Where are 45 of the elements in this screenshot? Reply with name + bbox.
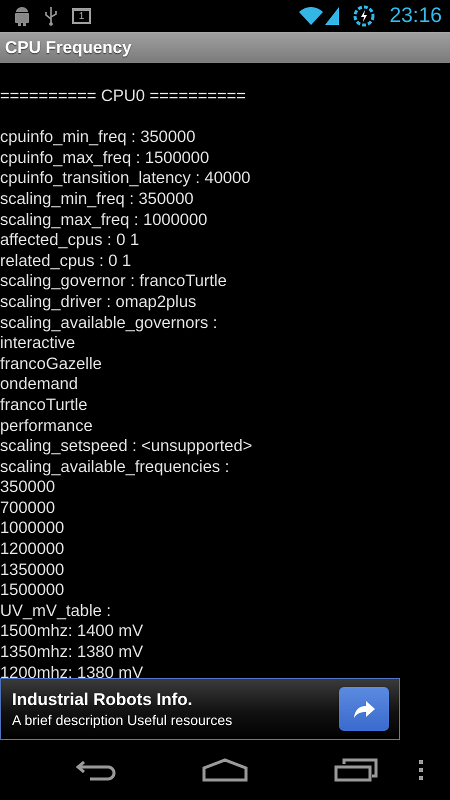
usb-icon (44, 6, 58, 26)
info-line: related_cpus : 0 1 (0, 250, 132, 272)
info-line: scaling_setspeed : <unsupported> (0, 436, 252, 457)
info-line: 1350mhz: 1380 mV (0, 642, 144, 663)
info-line: 1350000 (0, 560, 64, 580)
signal-icon (325, 7, 340, 25)
info-line: performance (0, 416, 93, 436)
info-line: affected_cpus : 0 1 (0, 230, 140, 251)
notification-icon: 1 (72, 8, 91, 24)
info-line: 1200000 (0, 539, 64, 560)
info-line: cpuinfo_transition_latency : 40000 (0, 168, 250, 189)
share-button[interactable] (339, 687, 389, 731)
info-line: francoGazelle (0, 354, 102, 374)
info-line: francoTurtle (0, 394, 88, 416)
info-line: 1500000 (0, 580, 64, 601)
ad-banner[interactable]: Industrial Robots Info. A brief description Useful resources (0, 678, 400, 740)
info-line: 1500mhz: 1400 mV (0, 621, 144, 642)
back-icon[interactable] (76, 758, 118, 782)
info-line: scaling_available_governors : (0, 312, 218, 334)
battery-charging-icon (353, 5, 376, 27)
info-line: cpuinfo_min_freq : 350000 (0, 127, 196, 148)
share-arrow-icon (352, 699, 376, 719)
menu-icon[interactable] (418, 759, 424, 781)
info-line: scaling_available_frequencies : (0, 456, 230, 478)
info-line: scaling_max_freq : 1000000 (0, 210, 208, 230)
info-line: 700000 (0, 498, 56, 518)
app-title: CPU Frequency (5, 38, 132, 58)
ad-title: Industrial Robots Info. (12, 690, 192, 710)
info-line: ondemand (0, 374, 78, 395)
info-line: 1200mhz: 1380 mV (0, 662, 144, 678)
info-line: 1000000 (0, 518, 64, 540)
wifi-icon (299, 7, 324, 25)
clock-time: 23:16 (389, 4, 442, 28)
android-icon (14, 6, 30, 26)
info-line: UV_mV_table : (0, 600, 111, 622)
ad-description: A brief description Useful resources (12, 712, 232, 728)
info-line: interactive (0, 333, 76, 354)
info-line: scaling_min_freq : 350000 (0, 188, 194, 210)
info-line: scaling_driver : omap2plus (0, 292, 196, 313)
home-icon[interactable] (202, 758, 248, 782)
cpu-header: ========== CPU0 ========== (0, 86, 246, 107)
info-line: scaling_governor : francoTurtle (0, 271, 227, 292)
recent-apps-icon[interactable] (334, 758, 378, 782)
info-line: 350000 (0, 477, 56, 498)
info-line: cpuinfo_max_freq : 1500000 (0, 148, 210, 168)
